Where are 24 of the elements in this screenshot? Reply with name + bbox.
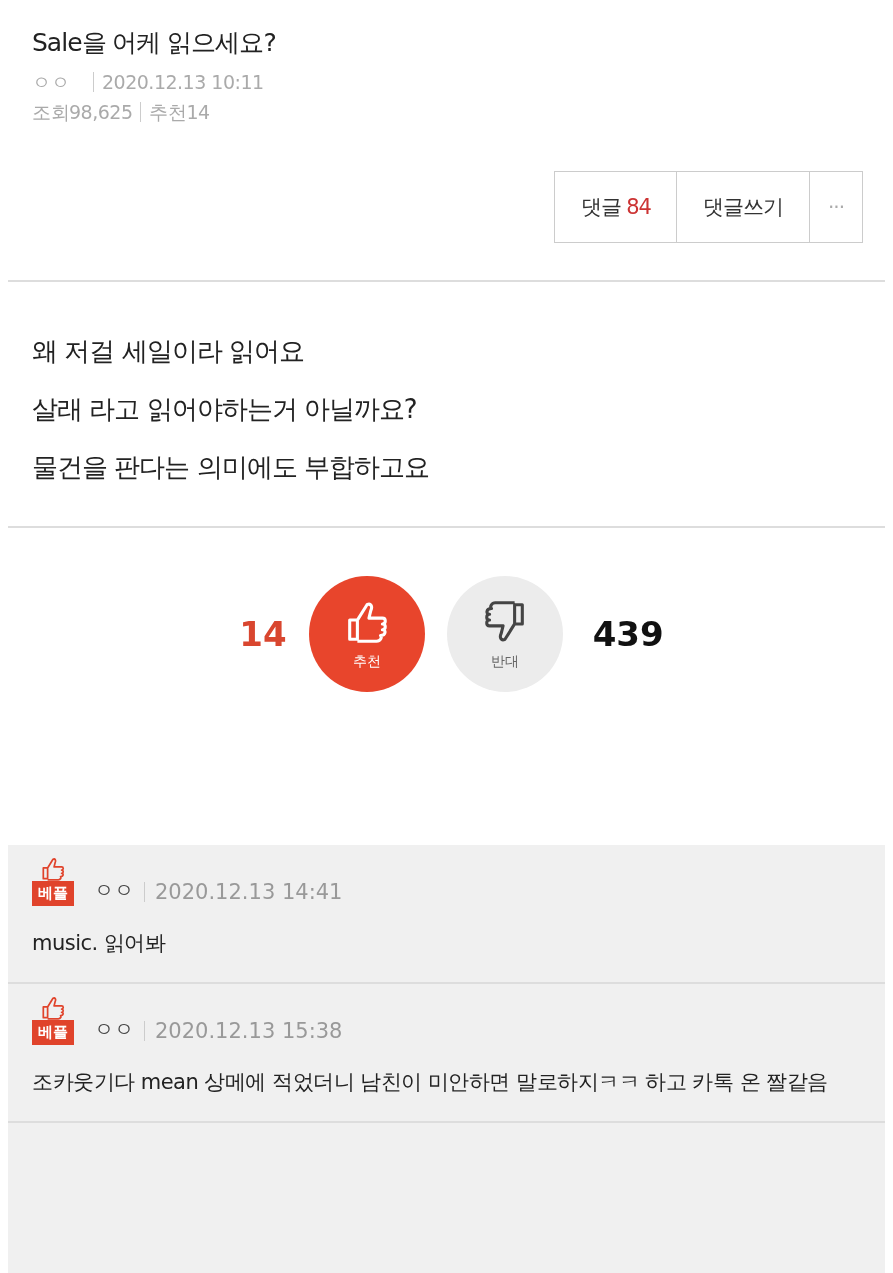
author-name: ㅇㅇ <box>32 70 69 95</box>
author-name: ㅇㅇ <box>94 1016 134 1043</box>
downvote-count: 439 <box>592 614 664 654</box>
comment-date: 2020.12.13 15:38 <box>155 1019 343 1043</box>
comment-text: 조카웃기다 mean 상메에 적었더니 남친이 미안하면 말로하지ㅋㅋ 하고 카톡 온 짤같음 <box>32 1069 829 1096</box>
author-name: ㅇㅇ <box>94 877 134 904</box>
post-text: 왜 저걸 세일이라 읽어요 <box>32 335 305 368</box>
post-date: 2020.12.13 10:11 <box>102 70 264 95</box>
downvote-button[interactable]: 반대 <box>446 576 563 692</box>
thumbs-up-icon <box>39 994 67 1022</box>
thumbs-up-icon <box>39 855 67 883</box>
comment-text: music. 읽어봐 <box>32 930 167 957</box>
view-count: 조회98,625 <box>32 100 133 125</box>
upvote-count: 14 <box>239 614 287 654</box>
post-text: 살래 라고 읽어야하는거 아닐까요? <box>32 393 418 426</box>
comments-button[interactable]: 댓글 84 <box>553 171 678 243</box>
write-comment-button[interactable]: 댓글쓰기 <box>676 171 811 243</box>
recommend-count: 추천14 <box>149 100 210 125</box>
upvote-button[interactable]: 추천 <box>308 576 425 692</box>
best-badge: 베플 <box>32 1020 74 1045</box>
post-title: Sale을 어케 읽으세요? <box>32 27 277 59</box>
post-text: 물건을 판다는 의미에도 부합하고요 <box>32 451 430 484</box>
comment-date: 2020.12.13 14:41 <box>155 880 343 904</box>
best-badge: 베플 <box>32 881 74 906</box>
